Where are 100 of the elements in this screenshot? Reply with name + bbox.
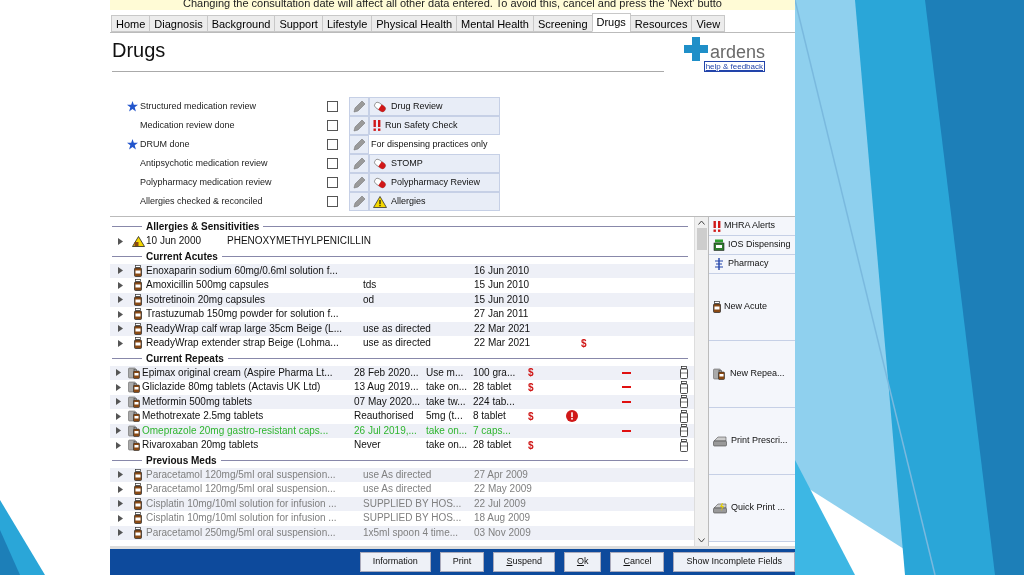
section-heading: Previous Meds bbox=[145, 453, 218, 468]
section-heading: Current Acutes bbox=[145, 249, 219, 264]
side-button[interactable]: MHRA Alerts bbox=[709, 217, 795, 236]
action-button[interactable]: Polypharmacy Review bbox=[369, 173, 500, 192]
side-button[interactable]: Quick Print ... bbox=[709, 475, 795, 542]
tab[interactable]: Resources bbox=[629, 15, 693, 32]
table-cell: Cisplatin 10mg/10ml solution for infusion ... bbox=[146, 511, 337, 526]
side-button[interactable]: Pharmacy bbox=[709, 255, 795, 274]
checkbox[interactable] bbox=[327, 158, 338, 169]
action-button[interactable]: Allergies bbox=[369, 192, 500, 211]
action-button[interactable]: Drug Review bbox=[369, 97, 500, 116]
table-cell: Use m... bbox=[426, 365, 464, 380]
side-button[interactable]: Print Prescri... bbox=[709, 408, 795, 475]
pencil-icon bbox=[352, 99, 366, 114]
pencil-icon bbox=[352, 194, 366, 209]
checklist-label: Antipsychotic medication review bbox=[140, 156, 269, 170]
tab[interactable]: Lifestyle bbox=[321, 15, 373, 32]
table-cell: 1x5ml spoon 4 time... bbox=[363, 525, 459, 540]
expand-arrow-icon[interactable] bbox=[117, 237, 123, 245]
checkbox[interactable] bbox=[327, 120, 338, 131]
table-cell: take on... bbox=[426, 380, 468, 395]
table-cell: ReadyWrap calf wrap large 35cm Beige (L... bbox=[146, 321, 342, 336]
alert-icon bbox=[373, 120, 381, 131]
side-button[interactable]: IOS Dispensing bbox=[709, 236, 795, 255]
printer-icon bbox=[713, 502, 728, 514]
checklist-label: Polypharmacy medication review bbox=[140, 175, 273, 189]
scroll-thumb[interactable] bbox=[696, 228, 707, 250]
table-cell: 7 caps... bbox=[473, 423, 511, 438]
table-cell: use as directed bbox=[363, 321, 431, 336]
dispensing-icon bbox=[713, 239, 725, 251]
footer-button[interactable]: Cancel bbox=[610, 552, 665, 572]
checklist-label: Allergies checked & reconciled bbox=[140, 194, 264, 208]
side-button[interactable]: New Repea... bbox=[709, 341, 795, 408]
action-button[interactable]: Run Safety Check bbox=[369, 116, 500, 135]
table-cell: 22 Jul 2009 bbox=[474, 496, 526, 511]
page-title: Drugs bbox=[112, 38, 167, 63]
pharmacy-icon bbox=[713, 258, 725, 270]
capsule-icon bbox=[373, 176, 387, 189]
table-cell: 16 Jun 2010 bbox=[474, 263, 530, 278]
footer-button[interactable]: Information bbox=[359, 552, 431, 572]
table-cell: Methotrexate 2.5mg tablets bbox=[142, 409, 264, 424]
table-cell: Paracetamol 120mg/5ml oral suspension... bbox=[146, 467, 336, 482]
pencil-icon bbox=[352, 137, 366, 152]
table-cell: 15 Jun 2010 bbox=[474, 278, 530, 293]
scrollbar[interactable] bbox=[694, 217, 708, 546]
checkbox[interactable] bbox=[327, 139, 338, 150]
table-cell: 27 Jan 2011 bbox=[474, 307, 529, 322]
cost-marker: $ bbox=[528, 409, 534, 424]
alert-icon bbox=[713, 220, 721, 232]
tab[interactable]: Background bbox=[206, 15, 276, 32]
checkbox[interactable] bbox=[327, 196, 338, 207]
scroll-down-icon[interactable] bbox=[698, 538, 705, 543]
table-cell: 22 Mar 2021 bbox=[474, 321, 531, 336]
action-button[interactable]: STOMP bbox=[369, 154, 500, 173]
footer-button[interactable]: Show Incomplete Fields bbox=[673, 552, 795, 572]
section-heading: Current Repeats bbox=[145, 351, 225, 366]
table-cell: take on... bbox=[426, 438, 468, 453]
table-cell: Rivaroxaban 20mg tablets bbox=[142, 438, 259, 453]
table-cell: 13 Aug 2019... bbox=[354, 380, 419, 395]
table-cell: Cisplatin 10mg/10ml solution for infusion ... bbox=[146, 496, 337, 511]
table-cell: 8 tablet bbox=[473, 409, 506, 424]
help-link[interactable]: help & feedback bbox=[703, 61, 765, 72]
checkbox[interactable] bbox=[327, 101, 338, 112]
logo-cross-icon bbox=[683, 37, 708, 61]
footer-button[interactable]: Ok bbox=[563, 552, 602, 572]
table-cell: 100 gra... bbox=[473, 365, 516, 380]
table-cell: take tw... bbox=[426, 394, 466, 409]
table-cell: SUPPLIED BY HOS... bbox=[363, 511, 462, 526]
table-cell: 15 Jun 2010 bbox=[474, 292, 530, 307]
tab[interactable]: Screening bbox=[532, 15, 593, 32]
logo-text: ardens bbox=[709, 43, 765, 61]
tab[interactable]: Drugs bbox=[591, 13, 631, 32]
table-cell: use as directed bbox=[363, 336, 431, 351]
pencil-icon bbox=[352, 156, 366, 171]
tab[interactable]: Mental Health bbox=[456, 15, 534, 32]
capsule-icon bbox=[373, 100, 387, 113]
capsule-icon bbox=[373, 157, 387, 170]
table-cell: tds bbox=[363, 278, 377, 293]
table-cell: Omeprazole 20mg gastro-resistant caps... bbox=[142, 423, 329, 438]
table-cell: ReadyWrap extender strap Beige (Lohma... bbox=[146, 336, 339, 351]
pencil-icon bbox=[352, 118, 366, 133]
tab[interactable]: View bbox=[691, 15, 726, 32]
footer-button[interactable]: Print bbox=[439, 552, 485, 572]
table-cell: Trastuzumab 150mg powder for solution f... bbox=[146, 307, 339, 322]
side-button[interactable]: New Acute bbox=[709, 274, 795, 341]
pencil-icon bbox=[352, 175, 366, 190]
tab[interactable]: Home bbox=[111, 15, 151, 32]
scroll-up-icon[interactable] bbox=[698, 220, 705, 225]
tab[interactable]: Diagnosis bbox=[149, 15, 208, 32]
checkbox[interactable] bbox=[327, 177, 338, 188]
table-cell: Epimax original cream (Aspire Pharma Lt... bbox=[142, 365, 333, 380]
tab[interactable]: Support bbox=[274, 15, 323, 32]
footer-button[interactable]: Suspend bbox=[493, 552, 555, 572]
warning-icon bbox=[373, 195, 387, 208]
cost-marker: $ bbox=[528, 366, 534, 381]
table-cell: 27 Apr 2009 bbox=[474, 467, 528, 482]
cost-marker: $ bbox=[528, 380, 534, 395]
checklist-label: Structured medication review bbox=[140, 99, 258, 113]
tab[interactable]: Physical Health bbox=[371, 15, 458, 32]
table-cell: SUPPLIED BY HOS... bbox=[363, 496, 462, 511]
